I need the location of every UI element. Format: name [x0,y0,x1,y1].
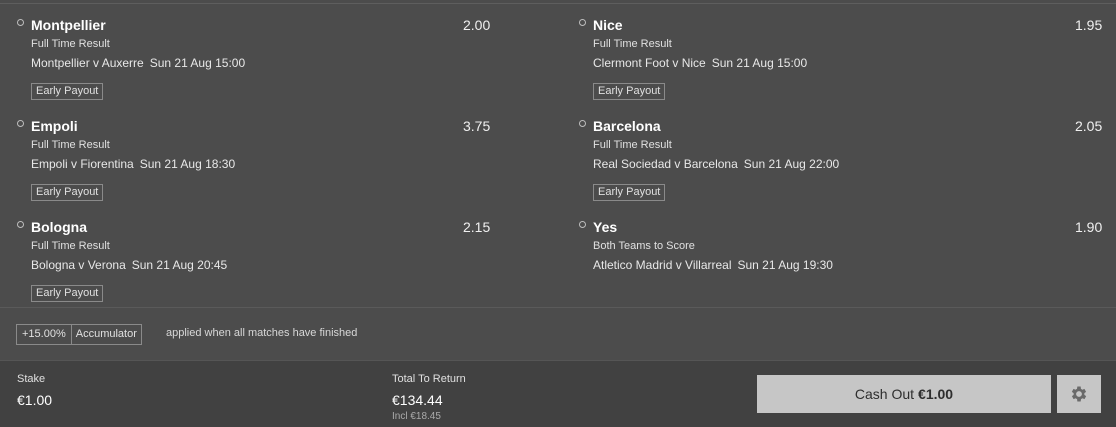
event-time: Sun 21 Aug 18:30 [139,157,236,171]
selection-barcelona: Barcelona 2.05 Full Time Result Real Soc… [579,111,1103,201]
return-label: Total To Return [392,373,466,385]
event-info: Real Sociedad v Barcelona Sun 21 Aug 22:0… [593,157,839,171]
event-name: Clermont Foot v Nice [593,56,706,70]
event-time: Sun 21 Aug 15:00 [149,56,246,70]
event-info: Atletico Madrid v Villarreal Sun 21 Aug 1… [593,258,833,272]
selection-dot-icon [17,221,24,228]
market-name: Full Time Result [31,38,110,50]
top-divider [0,3,1116,4]
market-name: Full Time Result [593,139,672,151]
early-payout-badge: Early Payout [31,184,104,201]
bonus-note: applied when all matches have finished [166,327,358,339]
bet-footer: Stake €1.00 Total To Return €134.44 Incl… [0,360,1116,427]
return-value: €134.44 [392,392,443,408]
selection-odds: 2.05 [1075,118,1103,134]
selection-yes: Yes 1.90 Both Teams to Score Atletico Ma… [579,212,1103,302]
event-name: Montpellier v Auxerre [31,56,144,70]
event-time: Sun 21 Aug 22:00 [743,157,840,171]
selection-name: Montpellier [31,17,106,33]
early-payout-badge: Early Payout [593,83,666,100]
settings-button[interactable] [1057,375,1101,413]
selection-bologna: Bologna 2.15 Full Time Result Bologna v … [17,212,537,302]
event-time: Sun 21 Aug 20:45 [131,258,228,272]
market-name: Full Time Result [31,139,110,151]
selection-odds: 2.15 [463,219,491,235]
cash-out-label: Cash Out [854,386,915,402]
event-info: Bologna v Verona Sun 21 Aug 20:45 [31,258,227,272]
selection-dot-icon [579,221,586,228]
bonus-percent: +15.00% [17,325,72,344]
selection-name: Bologna [31,219,87,235]
selection-dot-icon [17,120,24,127]
selection-odds: 1.90 [1075,219,1103,235]
selection-odds: 1.95 [1075,17,1103,33]
event-name: Atletico Madrid v Villarreal [593,258,732,272]
selection-dot-icon [579,120,586,127]
selections-divider [0,307,1116,308]
selection-nice: Nice 1.95 Full Time Result Clermont Foot… [579,10,1103,100]
event-time: Sun 21 Aug 15:00 [711,56,808,70]
selection-name: Empoli [31,118,78,134]
selection-odds: 3.75 [463,118,491,134]
market-name: Full Time Result [31,240,110,252]
event-info: Empoli v Fiorentina Sun 21 Aug 18:30 [31,157,235,171]
selection-dot-icon [579,19,586,26]
bonus-label: Accumulator [75,328,137,340]
cash-out-value: €1.00 [918,386,954,402]
selection-dot-icon [17,19,24,26]
selection-montpellier: Montpellier 2.00 Full Time Result Montpe… [17,10,537,100]
stake-value: €1.00 [17,392,53,408]
stake-label: Stake [17,373,46,385]
cash-out-button[interactable]: Cash Out €1.00 [757,375,1051,413]
event-name: Real Sociedad v Barcelona [593,157,738,171]
event-name: Empoli v Fiorentina [31,157,134,171]
early-payout-badge: Early Payout [31,285,104,302]
market-name: Both Teams to Score [593,240,695,252]
selection-empoli: Empoli 3.75 Full Time Result Empoli v Fi… [17,111,537,201]
return-incl: Incl €18.45 [392,411,441,422]
gear-icon [1071,386,1087,402]
selection-name: Nice [593,17,623,33]
early-payout-badge: Early Payout [593,184,666,201]
accumulator-bonus-badge: +15.00% Accumulator [16,324,142,345]
selection-name: Barcelona [593,118,661,134]
selection-name: Yes [593,219,618,235]
early-payout-badge: Early Payout [31,83,104,100]
event-name: Bologna v Verona [31,258,126,272]
selection-odds: 2.00 [463,17,491,33]
event-time: Sun 21 Aug 19:30 [737,258,833,272]
event-info: Montpellier v Auxerre Sun 21 Aug 15:00 [31,56,245,70]
market-name: Full Time Result [593,38,672,50]
event-info: Clermont Foot v Nice Sun 21 Aug 15:00 [593,56,807,70]
